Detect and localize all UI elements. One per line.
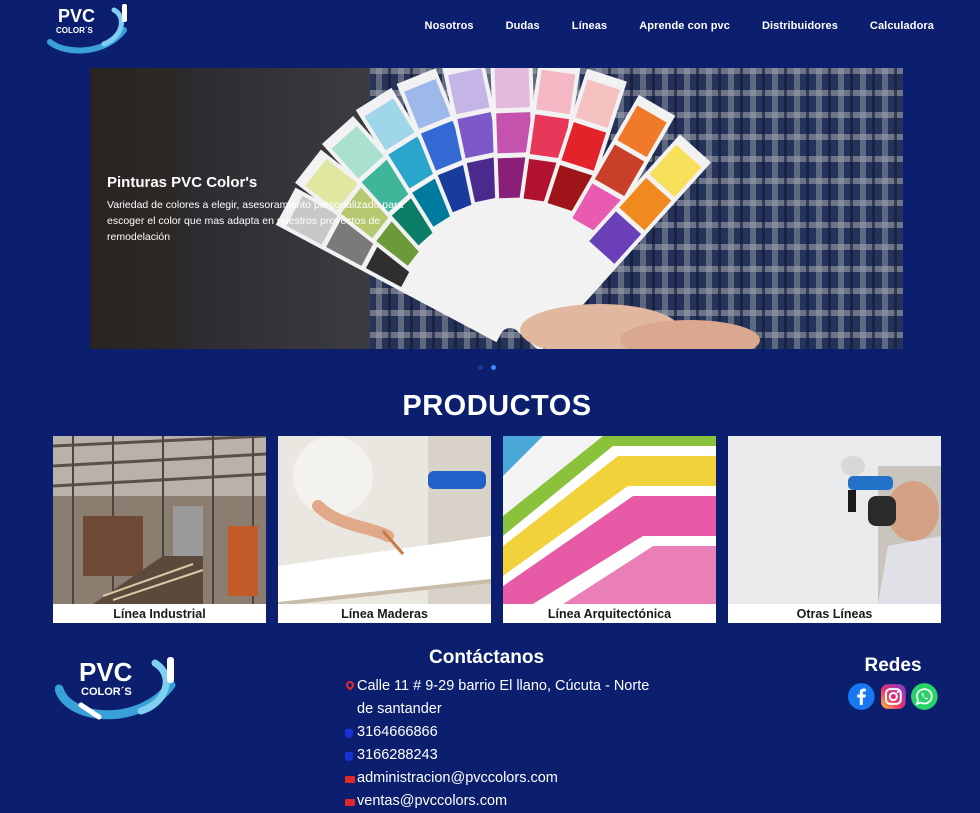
email-text[interactable]: administracion@pvccolors.com: [357, 767, 558, 790]
product-card-label: Línea Industrial: [113, 607, 206, 621]
product-card-label: Otras Líneas: [796, 607, 873, 621]
envelope-icon: [345, 790, 357, 813]
hero-caption: Pinturas PVC Color's Variedad de colores…: [107, 174, 407, 245]
social-links: [848, 683, 939, 710]
contact-email-1[interactable]: administracion@pvccolors.com: [345, 767, 665, 790]
menu-nosotros[interactable]: Nosotros: [425, 20, 474, 32]
contact-address: Calle 11 # 9-29 barrio El llano, Cúcuta …: [344, 675, 665, 721]
social-section: Redes: [848, 655, 939, 710]
product-card-otras[interactable]: Otras Líneas: [728, 436, 941, 623]
phone-text[interactable]: 3166288243: [357, 744, 438, 767]
product-card-industrial[interactable]: Línea Industrial: [53, 436, 266, 623]
pvc-colors-footer-logo: PVC COLOR´S: [55, 657, 176, 720]
facebook-icon[interactable]: [848, 683, 875, 710]
location-pin-icon: [344, 675, 357, 698]
industrial-line-image: [53, 436, 266, 604]
phone-text[interactable]: 3164666866: [357, 721, 438, 744]
contact-email-2[interactable]: ventas@pvccolors.com: [345, 790, 665, 813]
menu-calculadora[interactable]: Calculadora: [870, 20, 934, 32]
hero-carousel[interactable]: Pinturas PVC Color's Variedad de colores…: [90, 68, 903, 349]
menu-aprende-con-pvc[interactable]: Aprende con pvc: [639, 20, 730, 32]
svg-text:PVC: PVC: [79, 657, 133, 687]
phone-icon: [345, 721, 357, 744]
instagram-icon[interactable]: [880, 683, 907, 710]
contact-heading: Contáctanos: [429, 647, 545, 668]
svg-text:COLOR´S: COLOR´S: [81, 686, 132, 698]
whatsapp-icon[interactable]: [911, 683, 939, 710]
hero-subtitle: Variedad de colores a elegir, asesoramie…: [107, 199, 404, 243]
carousel-indicators: [478, 365, 496, 370]
carousel-dot-2[interactable]: [491, 365, 496, 370]
product-card-label: Línea Arquitectónica: [547, 607, 672, 621]
hero-title: Pinturas PVC Color's: [107, 174, 258, 191]
menu-lineas[interactable]: Líneas: [572, 20, 607, 32]
carousel-dot-1[interactable]: [478, 365, 483, 370]
main-menu: Nosotros Dudas Líneas Aprende con pvc Di…: [425, 20, 934, 32]
menu-distribuidores[interactable]: Distribuidores: [762, 20, 838, 32]
other-lines-image: [728, 436, 941, 604]
phone-icon: [345, 744, 357, 767]
email-text[interactable]: ventas@pvccolors.com: [357, 790, 507, 813]
contact-phone-2[interactable]: 3166288243: [345, 744, 665, 767]
pvc-colors-logo[interactable]: PVC COLOR´S: [44, 2, 130, 54]
architectural-line-image: [503, 436, 716, 604]
contact-list: Calle 11 # 9-29 barrio El llano, Cúcuta …: [344, 675, 665, 813]
social-heading: Redes: [864, 655, 922, 676]
products-grid: Línea Industrial Línea Maderas Línea Arq…: [53, 436, 941, 623]
products-heading: PRODUCTOS: [402, 390, 592, 422]
wood-line-image: [278, 436, 491, 604]
product-card-maderas[interactable]: Línea Maderas: [278, 436, 491, 623]
envelope-icon: [345, 767, 357, 790]
contact-phone-1[interactable]: 3164666866: [345, 721, 665, 744]
top-navigation: PVC COLOR´S Nosotros Dudas Líneas Aprend…: [0, 0, 980, 56]
address-text: Calle 11 # 9-29 barrio El llano, Cúcuta …: [357, 678, 650, 717]
svg-text:PVC: PVC: [58, 6, 95, 26]
product-card-label: Línea Maderas: [341, 607, 428, 621]
menu-dudas[interactable]: Dudas: [506, 20, 540, 32]
product-card-arquitectonica[interactable]: Línea Arquitectónica: [503, 436, 716, 623]
svg-text:COLOR´S: COLOR´S: [56, 26, 94, 35]
